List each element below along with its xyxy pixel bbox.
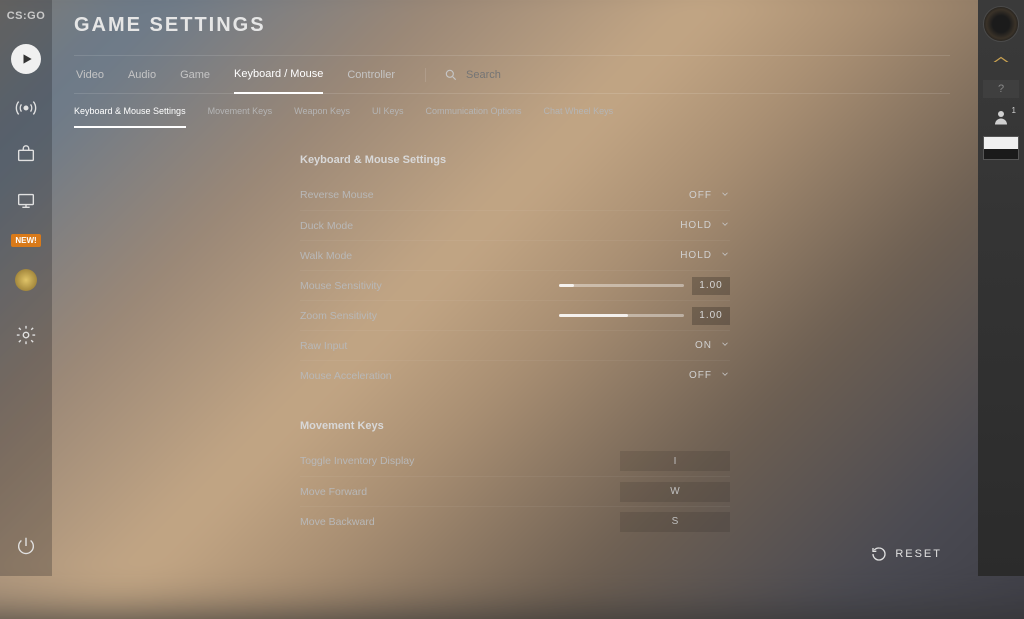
setting-row: Move Forward W (300, 476, 730, 506)
section-movement-header: Movement Keys (300, 420, 950, 432)
subtab-kbm-settings[interactable]: Keyboard & Mouse Settings (74, 106, 186, 128)
subtab-movement[interactable]: Movement Keys (208, 106, 273, 128)
settings-icon[interactable] (14, 323, 38, 347)
tab-audio[interactable]: Audio (128, 57, 156, 93)
reset-icon (871, 546, 887, 562)
power-icon[interactable] (14, 534, 38, 558)
setting-label: Raw Input (300, 340, 347, 352)
keybind-field[interactable]: I (620, 451, 730, 471)
broadcast-icon[interactable] (14, 96, 38, 120)
chevron-down-icon (720, 189, 730, 202)
setting-row: Reverse Mouse OFF (300, 180, 730, 210)
setting-dropdown[interactable]: OFF (689, 369, 730, 382)
reset-button[interactable]: RESET (871, 546, 942, 562)
chevron-down-icon (720, 369, 730, 382)
setting-row: Mouse Sensitivity 1.00 (300, 270, 730, 300)
left-sidebar: CS:GO NEW! (0, 0, 52, 576)
setting-row: Duck Mode HOLD (300, 210, 730, 240)
subtab-chatwheel[interactable]: Chat Wheel Keys (544, 106, 614, 128)
search-icon (444, 68, 458, 82)
chevron-down-icon (720, 249, 730, 262)
reset-label: RESET (895, 548, 942, 560)
main-tabs: Video Audio Game Keyboard / Mouse Contro… (74, 55, 950, 94)
avatar[interactable] (983, 6, 1019, 42)
new-badge: NEW! (11, 234, 40, 247)
setting-dropdown[interactable]: OFF (689, 189, 730, 202)
section-kbm-header: Keyboard & Mouse Settings (300, 154, 950, 166)
setting-label: Move Forward (300, 486, 367, 498)
page-title: GAME SETTINGS (74, 14, 950, 37)
setting-slider[interactable]: 1.00 (559, 307, 730, 325)
setting-label: Reverse Mouse (300, 189, 374, 201)
chevron-down-icon (720, 219, 730, 232)
setting-dropdown[interactable]: HOLD (680, 219, 730, 232)
setting-row: Walk Mode HOLD (300, 240, 730, 270)
setting-dropdown[interactable]: ON (695, 339, 730, 352)
subtab-ui[interactable]: UI Keys (372, 106, 404, 128)
setting-row: Raw Input ON (300, 330, 730, 360)
setting-row: Toggle Inventory Display I (300, 446, 730, 476)
subtab-weapon[interactable]: Weapon Keys (294, 106, 350, 128)
subtab-comm[interactable]: Communication Options (426, 106, 522, 128)
tab-keyboard-mouse[interactable]: Keyboard / Mouse (234, 56, 323, 94)
tab-video[interactable]: Video (76, 57, 104, 93)
setting-label: Mouse Sensitivity (300, 280, 382, 292)
setting-row: Mouse Acceleration OFF (300, 360, 730, 390)
main-content: GAME SETTINGS Video Audio Game Keyboard … (52, 0, 978, 576)
tab-game[interactable]: Game (180, 57, 210, 93)
setting-label: Duck Mode (300, 220, 353, 232)
watch-icon[interactable] (14, 188, 38, 212)
logo: CS:GO (7, 10, 46, 22)
rank-chevron-icon[interactable] (992, 52, 1010, 70)
search-input[interactable] (466, 69, 536, 81)
inventory-icon[interactable] (14, 142, 38, 166)
search-container (425, 68, 536, 82)
settings-panel: Keyboard & Mouse Settings Reverse Mouse O… (74, 128, 950, 546)
medal-icon[interactable] (15, 269, 37, 291)
right-sidebar: ? 1 (978, 0, 1024, 576)
sub-tabs: Keyboard & Mouse Settings Movement Keys … (74, 94, 950, 128)
keybind-field[interactable]: W (620, 482, 730, 502)
setting-label: Move Backward (300, 516, 375, 528)
friends-icon[interactable]: 1 (992, 108, 1010, 126)
setting-dropdown[interactable]: HOLD (680, 249, 730, 262)
setting-row: Zoom Sensitivity 1.00 (300, 300, 730, 330)
tab-controller[interactable]: Controller (347, 57, 395, 93)
chevron-down-icon (720, 339, 730, 352)
setting-row: Move Backward S (300, 506, 730, 536)
friends-count: 1 (1012, 106, 1016, 115)
setting-label: Toggle Inventory Display (300, 455, 414, 467)
setting-label: Walk Mode (300, 250, 352, 262)
setting-label: Mouse Acceleration (300, 370, 392, 382)
keybind-field[interactable]: S (620, 512, 730, 532)
setting-label: Zoom Sensitivity (300, 310, 377, 322)
play-button[interactable] (11, 44, 41, 74)
setting-slider[interactable]: 1.00 (559, 277, 730, 295)
help-button[interactable]: ? (983, 80, 1019, 98)
lobby-thumb[interactable] (983, 136, 1019, 160)
